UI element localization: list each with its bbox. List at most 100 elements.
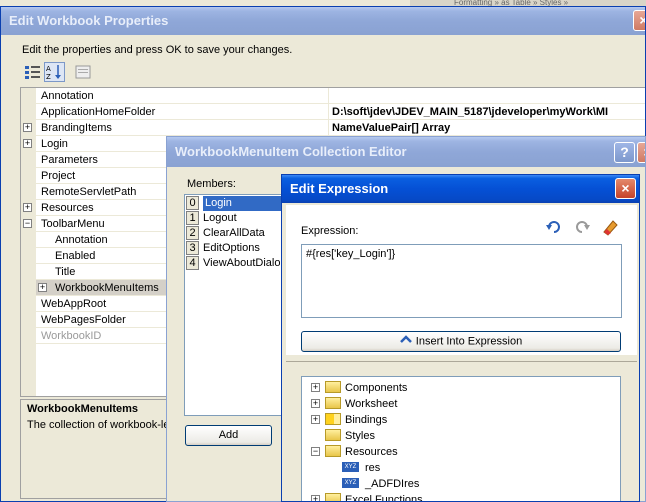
- folder-icon: [325, 397, 341, 410]
- member-item[interactable]: 4 ViewAboutDialo: [186, 256, 292, 271]
- property-row[interactable]: BrandingItems NameValuePair[] Array: [36, 120, 645, 136]
- collection-close-button[interactable]: ×: [637, 142, 645, 163]
- member-item[interactable]: 2 ClearAllData: [186, 226, 292, 241]
- tree-item[interactable]: XYZ res: [342, 460, 380, 476]
- property-name: RemoteServletPath: [41, 186, 137, 198]
- tree-item-label: Resources: [345, 446, 398, 458]
- property-name: ToolbarMenu: [41, 218, 105, 230]
- property-name: WorkbookID: [41, 330, 102, 342]
- member-index: 2: [186, 226, 199, 240]
- property-name: Title: [55, 266, 76, 278]
- expand-icon[interactable]: +: [23, 123, 32, 132]
- collection-help-button[interactable]: ?: [614, 142, 635, 163]
- expand-icon[interactable]: +: [38, 283, 47, 292]
- tree-item-label: Styles: [345, 430, 375, 442]
- property-name: Login: [41, 138, 68, 150]
- expression-input[interactable]: #{res['key_Login']}: [301, 244, 622, 318]
- folder-icon: [325, 429, 341, 442]
- tree-item[interactable]: Bindings: [325, 412, 387, 428]
- svg-text:Z: Z: [46, 73, 51, 81]
- members-list: 0 Login 1 Logout 2 ClearAllData 3 EditOptions 4 V…: [184, 194, 294, 416]
- property-row[interactable]: Annotation: [36, 88, 645, 104]
- property-pages-icon[interactable]: [74, 64, 92, 80]
- property-name: ApplicationHomeFolder: [41, 106, 156, 118]
- alphabetical-sort-icon[interactable]: AZ: [44, 62, 65, 82]
- tree-item-label: Bindings: [345, 414, 388, 426]
- expression-title: Edit Expression: [290, 181, 389, 196]
- property-name: Project: [41, 170, 76, 182]
- member-item[interactable]: 1 Logout: [186, 211, 292, 226]
- expression-divider: [286, 361, 637, 362]
- tree-collapse-icon[interactable]: −: [311, 447, 320, 456]
- description-text: The collection of workbook-le: [27, 419, 170, 431]
- expression-title-bar: Edit Expression: [282, 175, 639, 203]
- property-name: Resources: [41, 202, 94, 214]
- property-name: WebPagesFolder: [41, 314, 126, 326]
- tree-item[interactable]: Components: [325, 380, 407, 396]
- member-index: 1: [186, 211, 199, 225]
- eraser-icon[interactable]: [601, 218, 619, 236]
- description-title: WorkbookMenuItems: [27, 403, 139, 415]
- property-row[interactable]: ApplicationHomeFolder D:\soft\jdev\JDEV_M…: [36, 104, 645, 120]
- folder-icon: [325, 493, 341, 501]
- main-title-bar: Edit Workbook Properties: [1, 7, 645, 35]
- insert-into-expression-label: Insert Into Expression: [415, 335, 523, 348]
- tree-item[interactable]: Styles: [325, 428, 375, 444]
- add-member-label: Add: [218, 429, 239, 441]
- member-name: ViewAboutDialo: [203, 257, 281, 269]
- tree-expand-icon[interactable]: +: [311, 495, 320, 501]
- expand-icon[interactable]: +: [23, 139, 32, 148]
- member-item[interactable]: 0 Login: [186, 196, 292, 211]
- grid-left-gutter: [21, 88, 36, 396]
- tree-item[interactable]: XYZ _ADFDIres: [342, 476, 419, 492]
- expression-label: Expression:: [301, 225, 359, 237]
- member-name: EditOptions: [203, 242, 260, 254]
- tree-item[interactable]: Excel Functions: [325, 492, 423, 502]
- insert-into-expression-button[interactable]: Insert Into Expression: [301, 331, 621, 352]
- property-value[interactable]: NameValuePair[] Array: [332, 120, 450, 136]
- undo-icon[interactable]: [545, 218, 563, 236]
- main-title: Edit Workbook Properties: [9, 13, 169, 28]
- property-name: Parameters: [41, 154, 98, 166]
- tree-item-label: Components: [345, 382, 408, 394]
- property-name: WebAppRoot: [41, 298, 107, 310]
- property-name: Enabled: [55, 250, 96, 262]
- member-name: Logout: [203, 212, 237, 224]
- description-panel: WorkbookMenuItems The collection of work…: [20, 399, 180, 499]
- expression-tree: + Components + Worksheet + Bindings Styles − Res…: [301, 376, 621, 502]
- collection-title-bar: WorkbookMenuItem Collection Editor: [167, 137, 645, 167]
- instruction-text: Edit the properties and press OK to save…: [22, 44, 293, 56]
- tree-item-label: _ADFDIres: [365, 478, 420, 490]
- tree-expand-icon[interactable]: +: [311, 399, 320, 408]
- resource-string-icon: XYZ: [342, 478, 359, 489]
- member-index: 0: [186, 196, 199, 210]
- categorized-icon[interactable]: [24, 64, 42, 80]
- bindings-folder-icon: [325, 413, 341, 426]
- tree-item-label: res: [365, 462, 381, 474]
- edit-expression-window: Edit Expression × Expression: #{res['key…: [281, 174, 640, 502]
- expression-close-button[interactable]: ×: [615, 178, 636, 199]
- tree-item[interactable]: Worksheet: [325, 396, 397, 412]
- redo-icon[interactable]: [573, 218, 591, 236]
- tree-item[interactable]: Resources: [325, 444, 398, 460]
- tree-item-label: Excel Functions: [345, 494, 423, 502]
- folder-icon: [325, 445, 341, 458]
- add-member-button[interactable]: Add: [185, 425, 272, 446]
- member-index: 4: [186, 256, 199, 270]
- property-name: Annotation: [55, 234, 108, 246]
- main-close-button[interactable]: ×: [633, 10, 645, 31]
- member-name: ClearAllData: [203, 227, 265, 239]
- property-value[interactable]: D:\soft\jdev\JDEV_MAIN_5187\jdeveloper\m…: [332, 104, 608, 120]
- tree-item-label: Worksheet: [345, 398, 398, 410]
- member-item[interactable]: 3 EditOptions: [186, 241, 292, 256]
- tree-expand-icon[interactable]: +: [311, 415, 320, 424]
- folder-icon: [325, 381, 341, 394]
- property-name: BrandingItems: [41, 122, 112, 134]
- member-name: Login: [203, 196, 289, 211]
- tree-expand-icon[interactable]: +: [311, 383, 320, 392]
- property-name: Annotation: [41, 90, 94, 102]
- property-name: WorkbookMenuItems: [55, 282, 159, 294]
- members-label: Members:: [187, 178, 236, 190]
- expand-icon[interactable]: +: [23, 203, 32, 212]
- collapse-icon[interactable]: −: [23, 219, 32, 228]
